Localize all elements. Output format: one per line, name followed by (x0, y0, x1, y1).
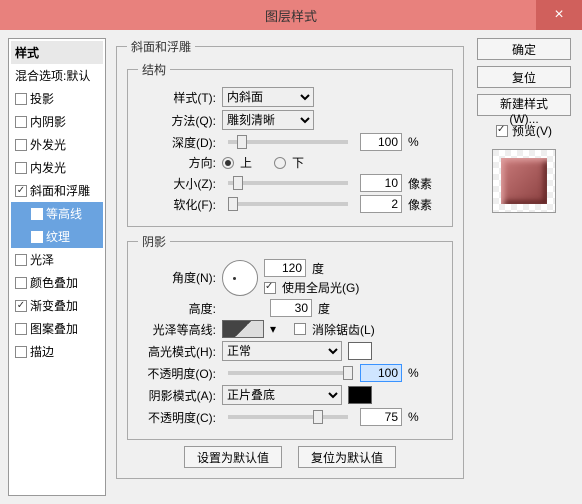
sidebar-item-inner-glow[interactable]: 内发光 (11, 156, 103, 179)
shadow-opacity-input[interactable] (360, 408, 402, 426)
bevel-group: 斜面和浮雕 结构 样式(T): 内斜面 方法(Q): 雕刻清晰 深度(D): (116, 38, 464, 479)
angle-label: 角度(N): (138, 269, 216, 286)
bevel-legend: 斜面和浮雕 (127, 38, 195, 55)
close-button[interactable]: × (536, 0, 582, 30)
soften-unit: 像素 (408, 196, 432, 213)
shadow-mode-label: 阴影模式(A): (138, 387, 216, 404)
sidebar-item-gradient-overlay[interactable]: 渐变叠加 (11, 294, 103, 317)
new-style-button[interactable]: 新建样式(W)... (477, 94, 571, 116)
depth-slider[interactable] (228, 140, 348, 144)
sidebar-item-pattern-overlay[interactable]: 图案叠加 (11, 317, 103, 340)
size-input[interactable] (360, 174, 402, 192)
altitude-input[interactable] (270, 299, 312, 317)
direction-label: 方向: (138, 154, 216, 171)
main-panel: 斜面和浮雕 结构 样式(T): 内斜面 方法(Q): 雕刻清晰 深度(D): (112, 38, 468, 496)
shadow-color-swatch[interactable] (348, 386, 372, 404)
antialias-label: 消除锯齿(L) (312, 321, 375, 338)
preview-bevel-icon (501, 158, 547, 204)
altitude-label: 高度: (138, 300, 216, 317)
method-label: 方法(Q): (138, 112, 216, 129)
preview-thumbnail (492, 149, 556, 213)
contour-swatch[interactable] (222, 320, 264, 338)
size-label: 大小(Z): (138, 175, 216, 192)
size-unit: 像素 (408, 175, 432, 192)
reset-button[interactable]: 复位 (477, 66, 571, 88)
contour-label: 光泽等高线: (138, 321, 216, 338)
global-light-checkbox[interactable] (264, 282, 276, 294)
size-slider[interactable] (228, 181, 348, 185)
sidebar-blend-options[interactable]: 混合选项:默认 (11, 64, 103, 87)
set-default-button[interactable]: 设置为默认值 (184, 446, 282, 468)
soften-label: 软化(F): (138, 196, 216, 213)
soften-input[interactable] (360, 195, 402, 213)
contour-dropdown-icon[interactable]: ▾ (270, 322, 276, 336)
ok-button[interactable]: 确定 (477, 38, 571, 60)
style-select[interactable]: 内斜面 (222, 87, 314, 107)
sidebar-item-bevel[interactable]: 斜面和浮雕 (11, 179, 103, 202)
highlight-mode-select[interactable]: 正常 (222, 341, 342, 361)
sidebar-item-stroke[interactable]: 描边 (11, 340, 103, 363)
reset-default-button[interactable]: 复位为默认值 (298, 446, 396, 468)
sidebar-item-inner-shadow[interactable]: 内阴影 (11, 110, 103, 133)
angle-input[interactable] (264, 259, 306, 277)
sidebar-item-color-overlay[interactable]: 颜色叠加 (11, 271, 103, 294)
sidebar-header: 样式 (11, 41, 103, 64)
structure-legend: 结构 (138, 61, 170, 78)
structure-group: 结构 样式(T): 内斜面 方法(Q): 雕刻清晰 深度(D): % (127, 61, 453, 227)
window-title: 图层样式 (0, 6, 582, 25)
style-label: 样式(T): (138, 89, 216, 106)
direction-up-radio[interactable] (222, 157, 234, 169)
sidebar-item-satin[interactable]: 光泽 (11, 248, 103, 271)
titlebar: 图层样式 × (0, 0, 582, 30)
highlight-opacity-input[interactable] (360, 364, 402, 382)
depth-unit: % (408, 135, 419, 149)
global-light-label: 使用全局光(G) (282, 279, 359, 296)
shadow-opacity-slider[interactable] (228, 415, 348, 419)
soften-slider[interactable] (228, 202, 348, 206)
angle-dial[interactable] (222, 260, 258, 296)
sidebar-item-texture[interactable]: 纹理 (11, 225, 103, 248)
sidebar-item-drop-shadow[interactable]: 投影 (11, 87, 103, 110)
highlight-opacity-slider[interactable] (228, 371, 348, 375)
preview-checkbox[interactable] (496, 125, 508, 137)
highlight-mode-label: 高光模式(H): (138, 343, 216, 360)
right-panel: 确定 复位 新建样式(W)... 预览(V) (474, 38, 574, 496)
depth-label: 深度(D): (138, 134, 216, 151)
angle-unit: 度 (312, 260, 324, 277)
depth-input[interactable] (360, 133, 402, 151)
shadow-mode-select[interactable]: 正片叠底 (222, 385, 342, 405)
shadow-opacity-label: 不透明度(C): (138, 409, 216, 426)
shadow-group: 阴影 角度(N): 度 使用全局光(G) (127, 233, 453, 440)
altitude-unit: 度 (318, 300, 330, 317)
styles-sidebar: 样式 混合选项:默认 投影 内阴影 外发光 内发光 斜面和浮雕 等高线 纹理 光… (8, 38, 106, 496)
sidebar-item-outer-glow[interactable]: 外发光 (11, 133, 103, 156)
method-select[interactable]: 雕刻清晰 (222, 110, 314, 130)
preview-label: 预览(V) (512, 122, 552, 139)
antialias-checkbox[interactable] (294, 323, 306, 335)
highlight-opacity-label: 不透明度(O): (138, 365, 216, 382)
shadow-legend: 阴影 (138, 233, 170, 250)
highlight-color-swatch[interactable] (348, 342, 372, 360)
direction-down-radio[interactable] (274, 157, 286, 169)
sidebar-item-contour[interactable]: 等高线 (11, 202, 103, 225)
